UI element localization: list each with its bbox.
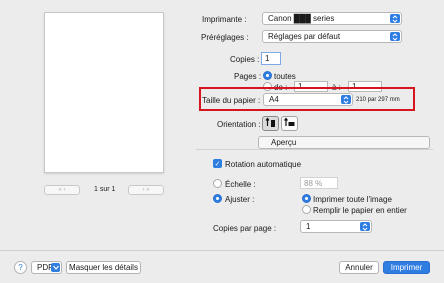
help-button[interactable]: ? [14,261,27,274]
pages-all-radio[interactable] [263,71,272,80]
copies-value: 1 [265,54,270,63]
portrait-button[interactable] [262,116,279,131]
cancel-label: Annuler [345,263,373,272]
chevron-updown-icon [390,32,400,41]
paper-size-value: A4 [269,95,279,104]
landscape-button[interactable] [281,116,298,131]
copies-per-page-select[interactable]: 1 [300,220,372,233]
footer-divider [0,250,444,251]
pages-label: Pages : [234,72,262,81]
divider [196,149,433,150]
scale-field[interactable]: 88 % [300,177,338,189]
first-prev-page-button[interactable]: « ‹ [44,185,80,195]
page-preview [44,12,164,173]
section-value: Aperçu [271,138,297,147]
auto-rotate-label: Rotation automatique [225,160,302,169]
next-arrows-icon: › » [142,187,150,193]
fit-radio[interactable] [213,194,222,203]
printer-select[interactable]: Canon ███ series [262,12,402,25]
copies-label: Copies : [230,55,260,64]
print-entire-radio[interactable] [302,194,311,203]
page-counter: 1 sur 1 [94,186,116,193]
portrait-icon [265,117,276,130]
help-icon: ? [18,263,23,272]
print-button[interactable]: Imprimer [383,261,430,274]
hide-details-button[interactable]: Masquer les détails [66,261,141,274]
hide-details-label: Masquer les détails [69,263,138,272]
fit-label: Ajuster : [225,195,255,204]
paper-dimensions: 210 par 297 mm [356,97,400,103]
copies-per-page-label: Copies par page : [213,224,277,233]
copies-field[interactable]: 1 [261,52,281,65]
presets-select[interactable]: Réglages par défaut [262,30,402,43]
scale-value: 88 % [304,178,323,188]
chevron-down-icon [51,263,60,272]
presets-label: Préréglages : [201,33,249,42]
paper-size-select[interactable]: A4 [263,93,353,106]
scale-label: Échelle : [225,180,256,189]
auto-rotate-checkbox[interactable]: ✓ [213,159,222,168]
fill-paper-label: Remplir le papier en entier [313,206,407,215]
printer-value: Canon ███ series [268,14,335,23]
chevron-updown-icon [341,95,351,104]
print-label: Imprimer [390,263,423,272]
checkmark-icon: ✓ [214,160,221,168]
cancel-button[interactable]: Annuler [339,261,379,274]
fill-paper-radio[interactable] [302,205,311,214]
pdf-menu-button[interactable]: PDF [31,261,62,274]
chevron-updown-icon [360,222,370,231]
chevron-updown-icon [390,14,400,23]
copies-per-page-value: 1 [306,222,311,231]
pages-all-label: toutes [274,72,296,81]
presets-value: Réglages par défaut [268,32,341,41]
scale-radio[interactable] [213,179,222,188]
section-select[interactable]: Aperçu [258,136,430,149]
print-entire-label: Imprimer toute l'image [313,195,392,204]
printer-label: Imprimante : [202,15,247,24]
orientation-label: Orientation : [217,120,261,129]
landscape-icon [284,117,295,130]
paper-size-label: Taille du papier : [202,96,261,105]
next-last-page-button[interactable]: › » [128,185,164,195]
previous-arrows-icon: « ‹ [58,187,66,193]
